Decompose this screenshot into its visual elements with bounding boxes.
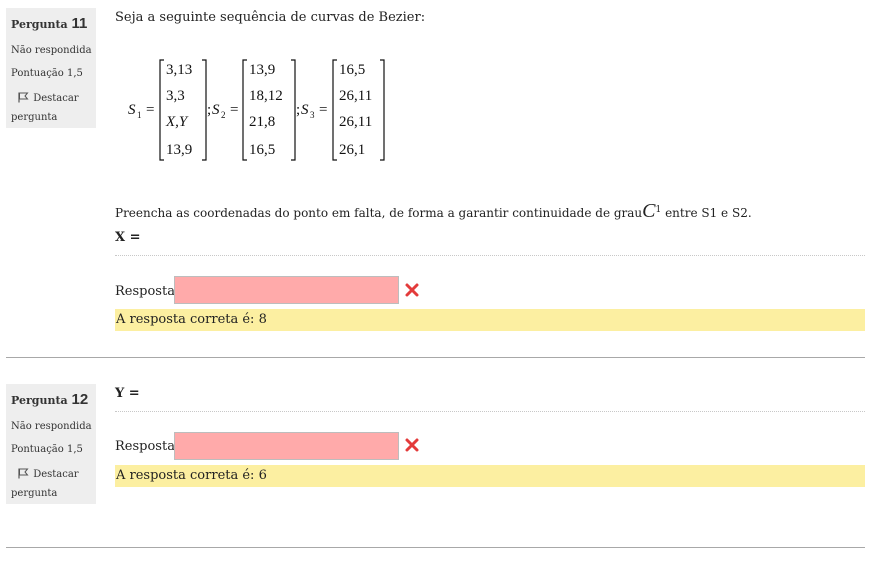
s3-row-1: 16,5 bbox=[339, 62, 365, 78]
correct-answer-feedback: A resposta correta é: 6 bbox=[115, 465, 865, 487]
s1-row-1: 3,13 bbox=[166, 62, 192, 78]
s2-row-4: 16,5 bbox=[249, 142, 275, 158]
question-intro: Seja a seguinte sequência de curvas de B… bbox=[115, 10, 426, 25]
question-status: Não respondida bbox=[11, 421, 92, 432]
flag-question-link[interactable]: Destacar pergunta bbox=[11, 466, 96, 502]
answer-label: Resposta: bbox=[115, 439, 180, 454]
question-info-12: Pergunta 12 Não respondida Pontuação 1,5… bbox=[6, 384, 96, 504]
question-prompt: Preencha as coordenadas do ponto em falt… bbox=[115, 200, 752, 223]
equals-sign: = bbox=[230, 102, 238, 118]
flag-icon bbox=[18, 92, 30, 109]
variable-label-y: Y = bbox=[115, 386, 140, 401]
question-number-prefix: Pergunta bbox=[11, 18, 68, 31]
equals-sign: = bbox=[319, 102, 327, 118]
s2-subscript: 2 bbox=[221, 110, 226, 120]
question-number: Pergunta 11 bbox=[11, 14, 96, 35]
prompt-text: Preencha as coordenadas do ponto em falt… bbox=[115, 206, 643, 220]
question-number-value: 12 bbox=[71, 391, 89, 408]
equals-sign: = bbox=[146, 102, 154, 118]
continuity-degree: 1 bbox=[655, 205, 662, 215]
question-number-prefix: Pergunta bbox=[11, 394, 68, 407]
question-separator bbox=[6, 357, 865, 358]
correct-answer-feedback: A resposta correta é: 8 bbox=[115, 309, 865, 331]
flag-question-link[interactable]: Destacar pergunta bbox=[11, 90, 96, 126]
s3-subscript: 3 bbox=[310, 110, 315, 120]
question-separator bbox=[6, 547, 865, 548]
question-number-value: 11 bbox=[71, 15, 88, 32]
incorrect-cross-icon bbox=[405, 438, 419, 452]
question-status: Não respondida bbox=[11, 45, 92, 56]
s3-row-3: 26,11 bbox=[339, 114, 372, 130]
question-info-11: Pergunta 11 Não respondida Pontuação 1,5… bbox=[6, 8, 96, 128]
s1-row-2: 3,3 bbox=[166, 88, 185, 104]
s1-row-4: 13,9 bbox=[166, 142, 192, 158]
s2-row-2: 18,12 bbox=[249, 88, 283, 104]
prompt-suffix: entre S1 e S2. bbox=[665, 206, 752, 220]
divider bbox=[115, 255, 865, 256]
continuity-symbol: C bbox=[642, 200, 656, 222]
answer-input-y[interactable] bbox=[174, 432, 399, 460]
answer-input-x[interactable] bbox=[174, 276, 399, 304]
incorrect-cross-icon bbox=[405, 283, 419, 297]
separator: ; bbox=[207, 102, 211, 118]
s3-row-4: 26,1 bbox=[339, 142, 365, 158]
question-score: Pontuação 1,5 bbox=[11, 68, 83, 79]
s2-label: S bbox=[212, 102, 220, 118]
answer-label: Resposta: bbox=[115, 284, 180, 299]
s3-row-2: 26,11 bbox=[339, 88, 372, 104]
divider bbox=[115, 411, 865, 412]
s1-subscript: 1 bbox=[137, 110, 142, 120]
question-score: Pontuação 1,5 bbox=[11, 444, 83, 455]
flag-icon bbox=[18, 468, 30, 485]
bezier-matrices: S 1 = 3,13 3,3 X,Y 13,9 ; S 2 = 13,9 18,… bbox=[128, 59, 385, 161]
s2-row-3: 21,8 bbox=[249, 114, 275, 130]
variable-label-x: X = bbox=[115, 230, 141, 245]
s1-label: S bbox=[128, 102, 136, 118]
s2-row-1: 13,9 bbox=[249, 62, 275, 78]
s1-row-3: X,Y bbox=[165, 114, 189, 130]
separator: ; bbox=[296, 102, 300, 118]
question-number: Pergunta 12 bbox=[11, 390, 96, 411]
s3-label: S bbox=[301, 102, 309, 118]
